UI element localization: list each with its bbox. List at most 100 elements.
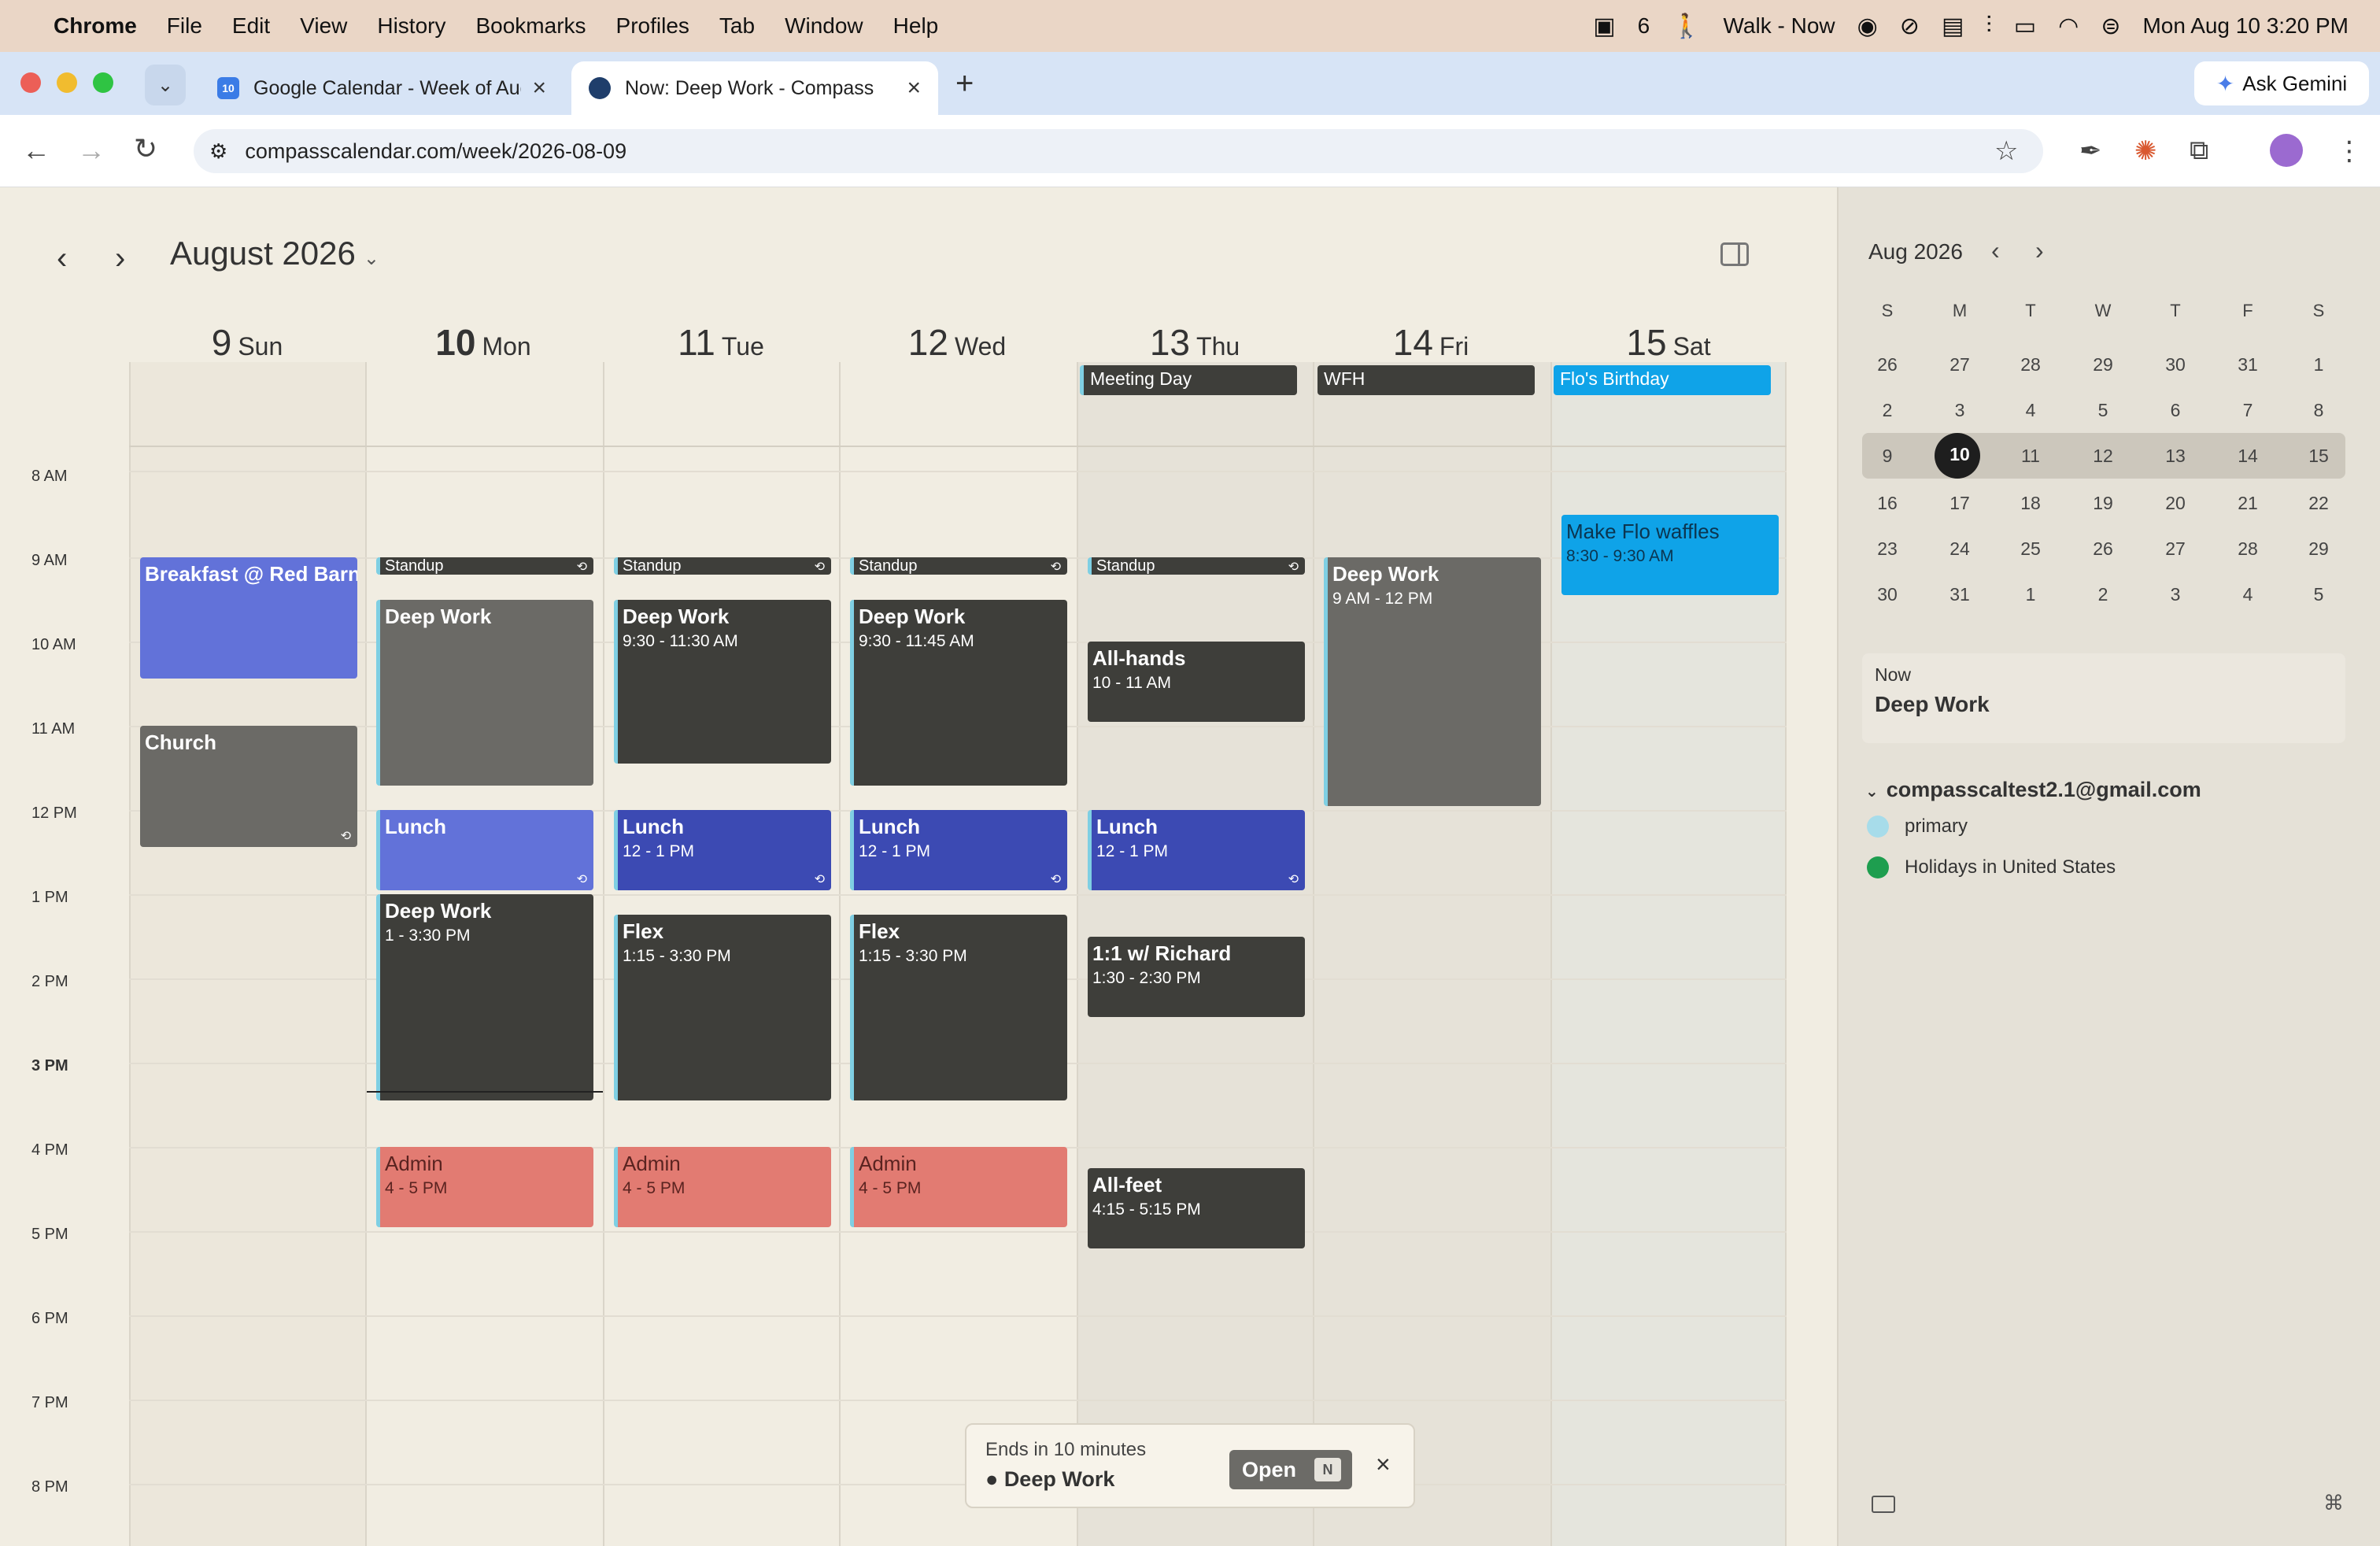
menu-bookmarks[interactable]: Bookmarks [475, 13, 586, 39]
prev-week-icon[interactable]: ‹ [57, 241, 67, 276]
calendar-event[interactable]: Deep Work 9:30 - 11:30 AM [614, 600, 831, 764]
calendar-event[interactable]: Deep Work [376, 600, 593, 786]
menu-chrome[interactable]: Chrome [54, 13, 137, 39]
account-toggle[interactable]: ⌄ compasscaltest2.1@gmail.com [1865, 778, 2201, 802]
calendar-event[interactable]: Lunch ⟲ [376, 810, 593, 890]
forward-icon[interactable]: → [77, 134, 105, 167]
calendar-event[interactable]: Admin 4 - 5 PM [376, 1147, 593, 1227]
now-card[interactable]: Now Deep Work [1862, 653, 2345, 743]
mini-day[interactable]: 17 [1936, 482, 1983, 524]
day-header-wed[interactable]: 12 Wed [839, 321, 1075, 364]
mini-day[interactable]: 20 [2152, 482, 2199, 524]
mini-day[interactable]: 23 [1864, 527, 1911, 570]
mini-day[interactable]: 1 [2007, 573, 2054, 616]
mini-day[interactable]: 30 [2152, 343, 2199, 386]
back-icon[interactable]: ← [22, 134, 50, 167]
mini-day[interactable]: 25 [2007, 527, 2054, 570]
mini-day[interactable]: 29 [2295, 527, 2342, 570]
calendar-item-primary[interactable]: primary [1867, 816, 1968, 838]
mini-day[interactable]: 1 [2295, 343, 2342, 386]
focus-icon[interactable]: ⊘ [1900, 13, 1920, 40]
tab-search-icon[interactable]: ⌄ [145, 65, 186, 105]
mini-day[interactable]: 19 [2079, 482, 2127, 524]
mini-day[interactable]: 28 [2224, 527, 2271, 570]
site-info-icon[interactable]: ⚙ [209, 139, 227, 164]
calendar-event[interactable]: Flex 1:15 - 3:30 PM [614, 915, 831, 1100]
mini-day[interactable]: 14 [2224, 435, 2271, 477]
calendar-event[interactable]: Admin 4 - 5 PM [850, 1147, 1067, 1227]
menu-profiles[interactable]: Profiles [616, 13, 689, 39]
calendar-event[interactable]: Standup ⟲ [1088, 557, 1305, 575]
address-bar[interactable]: ⚙ compasscalendar.com/week/2026-08-09 [194, 129, 2043, 173]
mini-day[interactable]: 2 [2079, 573, 2127, 616]
mini-day[interactable]: 8 [2295, 389, 2342, 431]
month-title[interactable]: August 2026 ⌄ [170, 235, 379, 272]
mini-day[interactable]: 31 [1936, 573, 1983, 616]
calendar-item-holidays[interactable]: Holidays in United States [1867, 856, 2116, 878]
toggle-sidebar-icon[interactable] [1720, 242, 1749, 266]
mini-day[interactable]: 24 [1936, 527, 1983, 570]
extensions-puzzle-icon[interactable]: ⧉ [2190, 135, 2208, 166]
battery-icon[interactable]: ▭ [2014, 13, 2036, 40]
extension-icon[interactable]: ✒ [2079, 135, 2102, 167]
menu-tab[interactable]: Tab [719, 13, 755, 39]
menu-view[interactable]: View [300, 13, 347, 39]
ask-gemini-button[interactable]: ✦ Ask Gemini [2194, 61, 2369, 105]
mini-day[interactable]: 31 [2224, 343, 2271, 386]
mini-day[interactable]: 10 [1936, 433, 1983, 475]
mini-day[interactable]: 13 [2152, 435, 2199, 477]
day-header-sun[interactable]: 9 Sun [129, 321, 365, 364]
new-tab-button[interactable]: + [955, 66, 974, 102]
walk-icon[interactable]: 🚶 [1672, 13, 1701, 40]
calendar-event[interactable]: Standup ⟲ [614, 557, 831, 575]
calendar-event[interactable]: Standup ⟲ [376, 557, 593, 575]
calendar-event[interactable]: All-hands 10 - 11 AM [1088, 642, 1305, 722]
mini-day[interactable]: 27 [2152, 527, 2199, 570]
mini-day[interactable]: 3 [1936, 389, 1983, 431]
menu-window[interactable]: Window [785, 13, 863, 39]
minimize-window-button[interactable] [57, 72, 77, 93]
mini-day[interactable]: 27 [1936, 343, 1983, 386]
day-header-tue[interactable]: 11 Tue [603, 321, 839, 364]
mini-day[interactable]: 18 [2007, 482, 2054, 524]
url-text[interactable]: compasscalendar.com/week/2026-08-09 [245, 139, 626, 164]
day-header-sat[interactable]: 15 Sat [1550, 321, 1787, 364]
mini-day[interactable]: 4 [2007, 389, 2054, 431]
command-icon[interactable]: ⌘ [2323, 1491, 2344, 1515]
clock[interactable]: Mon Aug 10 3:20 PM [2142, 13, 2349, 39]
calendar-event[interactable]: All-feet 4:15 - 5:15 PM [1088, 1168, 1305, 1248]
tab-close-icon[interactable]: × [532, 75, 546, 102]
calendar-event[interactable]: 1:1 w/ Richard 1:30 - 2:30 PM [1088, 937, 1305, 1017]
tab-google-calendar[interactable]: 10 Google Calendar - Week of Aug × [200, 61, 564, 115]
profile-avatar[interactable] [2270, 134, 2303, 167]
mini-day[interactable]: 11 [2007, 435, 2054, 477]
mini-day[interactable]: 15 [2295, 435, 2342, 477]
grammarly-icon[interactable]: ◉ [1857, 13, 1878, 40]
dropbox-icon[interactable]: ▣ [1593, 13, 1615, 40]
mini-day[interactable]: 5 [2079, 389, 2127, 431]
menu-help[interactable]: Help [893, 13, 939, 39]
calendar-event[interactable]: Admin 4 - 5 PM [614, 1147, 831, 1227]
bookmark-star-icon[interactable]: ☆ [1994, 135, 2018, 167]
calendar-event[interactable]: Deep Work 1 - 3:30 PM [376, 894, 593, 1100]
mini-day[interactable]: 6 [2152, 389, 2199, 431]
close-window-button[interactable] [20, 72, 41, 93]
airpods-icon[interactable]: ⫶ [1986, 13, 1992, 39]
calendar-event[interactable]: Flex 1:15 - 3:30 PM [850, 915, 1067, 1100]
open-button[interactable]: Open N [1229, 1450, 1352, 1489]
mini-day[interactable]: 12 [2079, 435, 2127, 477]
day-header-mon[interactable]: 10 Mon [365, 321, 601, 364]
mini-day[interactable]: 16 [1864, 482, 1911, 524]
allday-event[interactable]: WFH [1318, 365, 1535, 395]
tab-compass[interactable]: Now: Deep Work - Compass × [571, 61, 938, 115]
next-week-icon[interactable]: › [115, 241, 125, 276]
control-center-icon[interactable]: ⊜ [2101, 13, 2120, 40]
keyboard-icon[interactable] [1872, 1496, 1895, 1513]
mini-day[interactable]: 3 [2152, 573, 2199, 616]
calendar-event[interactable]: Church ⟲ [140, 726, 357, 847]
maximize-window-button[interactable] [93, 72, 113, 93]
mini-day[interactable]: 5 [2295, 573, 2342, 616]
menu-history[interactable]: History [377, 13, 445, 39]
mini-prev-month-icon[interactable]: ‹ [1991, 236, 2000, 265]
toast-close-icon[interactable]: × [1376, 1450, 1391, 1479]
